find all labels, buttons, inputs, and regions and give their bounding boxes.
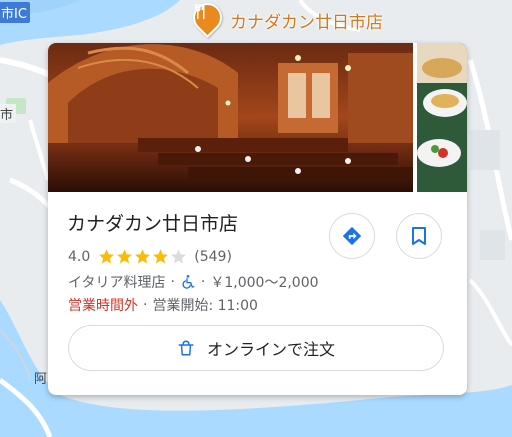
- place-card[interactable]: カナダカン廿日市店 4.0 (549) イタリア料理店 · · ￥1,000～2…: [48, 43, 467, 395]
- place-name: カナダカン廿日市店: [67, 213, 239, 235]
- directions-icon: [342, 226, 362, 246]
- info-row: イタリア料理店 · · ￥1,000～2,000: [68, 272, 319, 292]
- hours-next-open: 営業開始: 11:00: [152, 298, 258, 314]
- rating-row[interactable]: 4.0 (549): [68, 248, 232, 265]
- shopping-bag-icon: [178, 340, 194, 356]
- map-label-area[interactable]: 阿: [34, 368, 47, 387]
- map-label-interchange[interactable]: 市IC: [0, 2, 30, 23]
- fork-knife-icon: [195, 4, 205, 19]
- food-dishes-photo[interactable]: [417, 43, 467, 192]
- restaurant-interior-photo[interactable]: [48, 43, 413, 192]
- separator-dot: ·: [143, 297, 148, 313]
- category-label: イタリア料理店: [68, 275, 166, 291]
- directions-button[interactable]: [329, 213, 375, 259]
- star-full-icon: [117, 249, 133, 264]
- order-online-button[interactable]: オンラインで注文: [68, 325, 444, 371]
- separator-dot: ·: [200, 274, 206, 290]
- interior-image: [48, 43, 413, 192]
- review-count[interactable]: (549): [194, 249, 232, 265]
- wheelchair-icon: [182, 275, 195, 289]
- star-rating: [98, 248, 188, 265]
- separator-dot: ·: [170, 274, 175, 290]
- star-empty-icon: [171, 249, 187, 264]
- map-label-city[interactable]: 市: [0, 104, 17, 123]
- place-marker[interactable]: [186, 0, 229, 39]
- star-full-icon: [153, 249, 169, 264]
- hours-row[interactable]: 営業時間外 · 営業開始: 11:00: [68, 295, 258, 315]
- save-button[interactable]: [396, 213, 442, 259]
- star-full-icon: [99, 249, 115, 264]
- price-range: ￥1,000～2,000: [210, 275, 319, 291]
- food-image: [417, 43, 467, 192]
- marker-label[interactable]: カナダカン廿日市店: [230, 8, 383, 33]
- bookmark-icon: [412, 227, 426, 245]
- order-online-label: オンラインで注文: [206, 340, 335, 359]
- star-full-icon: [135, 249, 151, 264]
- hours-status: 営業時間外: [68, 298, 138, 314]
- rating-value: 4.0: [68, 248, 91, 265]
